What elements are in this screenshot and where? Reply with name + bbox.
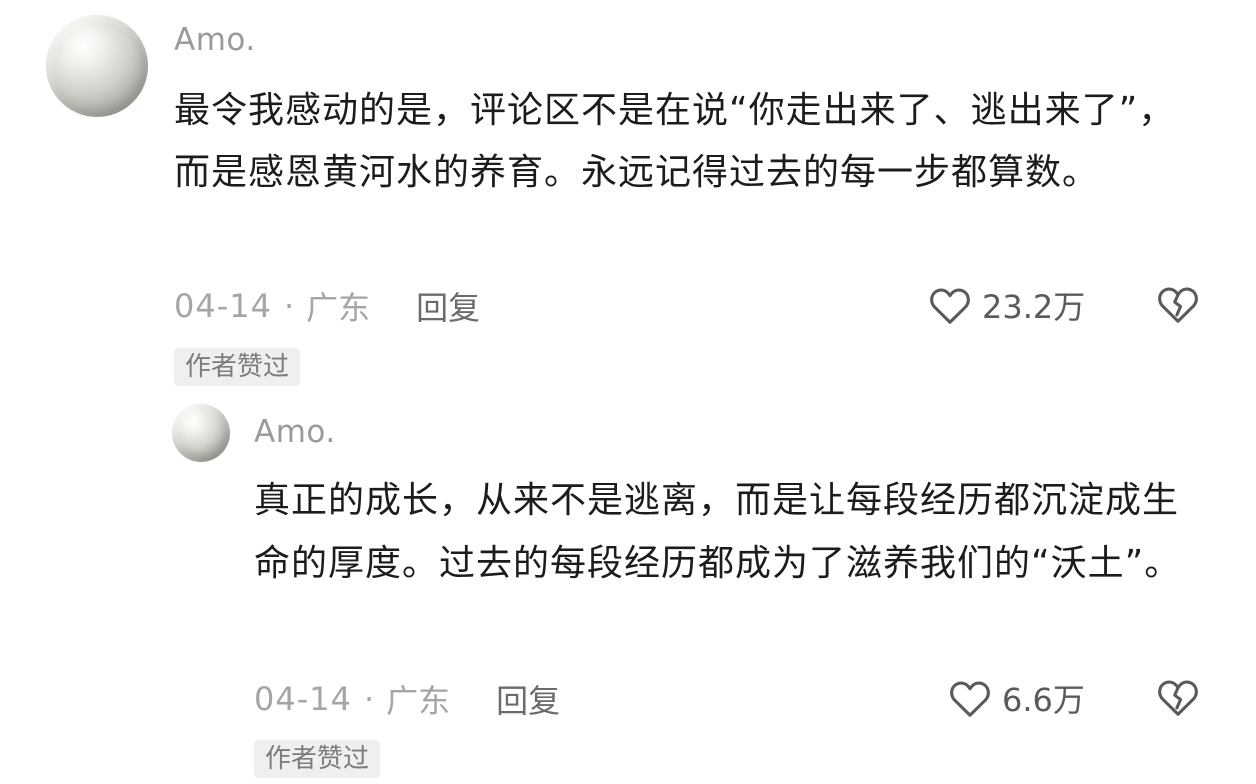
comment-text: 最令我感动的是，评论区不是在说“你走出来了、逃出来了”，而是感恩黄河水的养育。永…: [174, 90, 1176, 193]
like-button[interactable]: 23.2万: [928, 283, 1085, 327]
heart-outline-icon: [928, 285, 972, 325]
broken-heart-icon: [1156, 284, 1200, 324]
author-liked-badge: 作者赞过: [174, 348, 301, 386]
dislike-button[interactable]: [1156, 284, 1200, 324]
like-count: 23.2万: [982, 288, 1086, 326]
avatar[interactable]: [172, 404, 230, 462]
comment-item: Amo. 最令我感动的是，评论区不是在说“你走出来了、逃出来了”，而是感恩黄河水…: [0, 0, 1256, 392]
reply-button[interactable]: 回复: [416, 283, 480, 329]
heart-outline-icon: [948, 678, 992, 718]
like-button[interactable]: 6.6万: [948, 676, 1085, 720]
meta-separator: ·: [283, 287, 295, 325]
broken-heart-icon: [1156, 677, 1200, 717]
author-liked-badge: 作者赞过: [254, 740, 381, 778]
dislike-button[interactable]: [1156, 677, 1200, 717]
comment-location: 广东: [386, 682, 451, 720]
comment-text: 真正的成长，从来不是逃离，而是让每段经历都沉淀成生命的厚度。过去的每段经历都成为…: [254, 480, 1182, 584]
username[interactable]: Amo.: [174, 22, 256, 58]
comment-date: 04-14: [174, 287, 272, 325]
avatar[interactable]: [46, 15, 148, 117]
reply-button[interactable]: 回复: [496, 676, 560, 722]
comment-date: 04-14: [254, 680, 352, 718]
comment-location: 广东: [306, 289, 371, 327]
comment-meta: 04-14 · 广东 回复: [174, 284, 480, 328]
meta-separator: ·: [363, 680, 375, 718]
reply-item: Amo. 真正的成长，从来不是逃离，而是让每段经历都沉淀成生命的厚度。过去的每段…: [0, 392, 1256, 784]
username[interactable]: Amo.: [254, 414, 336, 450]
comment-meta: 04-14 · 广东 回复: [254, 677, 560, 721]
like-count: 6.6万: [1002, 681, 1085, 719]
